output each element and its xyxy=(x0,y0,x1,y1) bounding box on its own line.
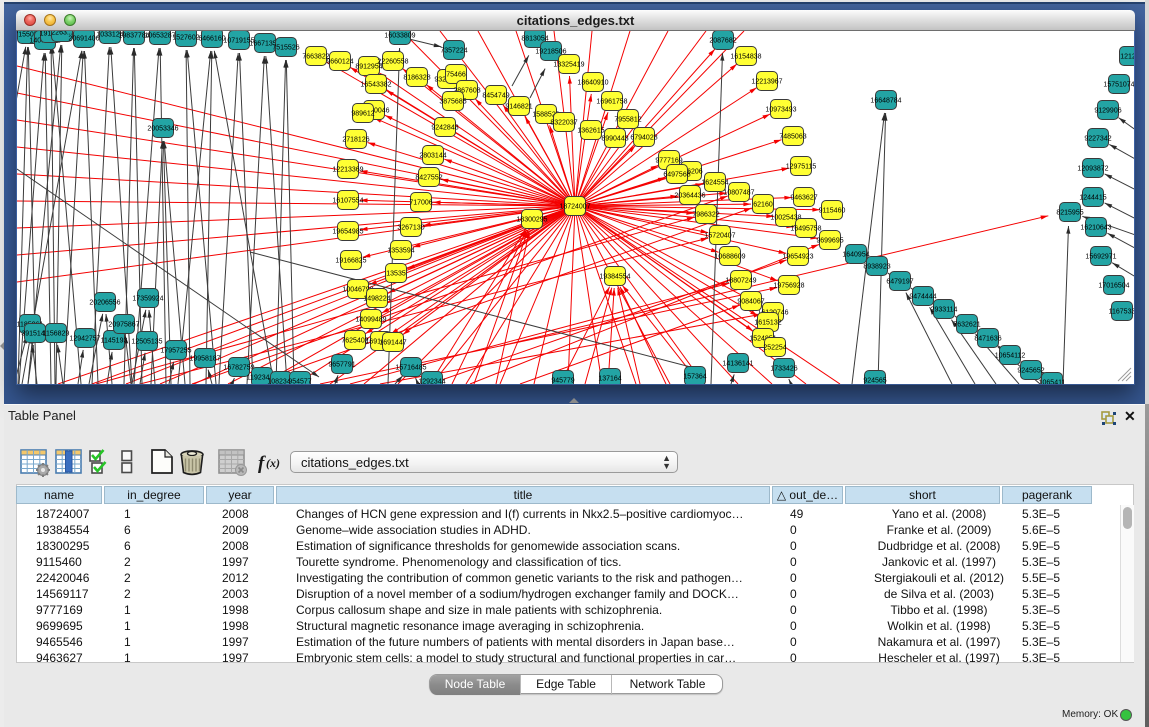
svg-text:(x): (x) xyxy=(266,456,280,470)
svg-text:f: f xyxy=(258,453,266,474)
